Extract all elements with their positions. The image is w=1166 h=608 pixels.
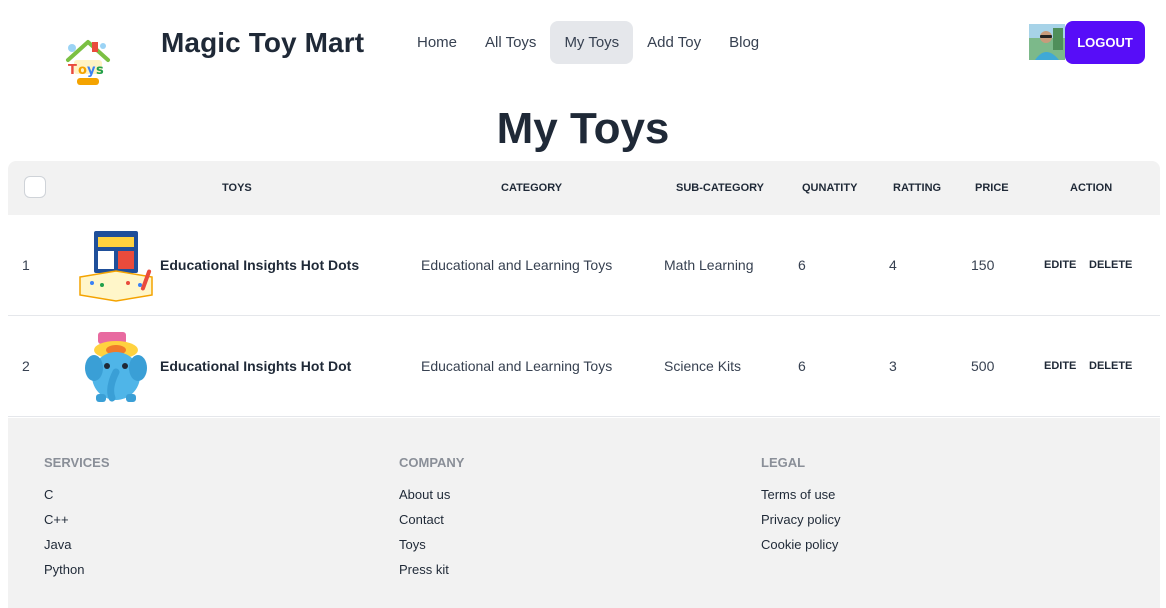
hot-dots-book-image [79,231,153,302]
toy-rating: 3 [889,358,897,374]
toy-subcategory: Science Kits [664,358,742,374]
edit-button[interactable]: EDITE [1044,215,1076,315]
toy-name: Educational Insights Hot Dot [160,358,352,374]
svg-text:T: T [68,63,77,78]
toys-house-logo-icon[interactable]: T o y s [62,36,114,90]
header-rating: Ratting [893,182,942,194]
header-price: Price [975,182,1009,194]
footer-heading: Services [44,455,110,470]
footer-heading: Company [399,455,465,470]
user-avatar[interactable] [1029,24,1065,60]
footer-link[interactable]: Contact [399,512,464,537]
table-row: 1 Educational Insights Hot Dots Educatio… [8,215,1160,316]
nav-all-toys[interactable]: All Toys [471,21,550,64]
nav-my-toys[interactable]: My Toys [550,21,634,64]
delete-button[interactable]: DELETE [1089,316,1132,416]
header-subcategory: Sub-Category [676,182,764,194]
row-index: 2 [22,358,30,374]
blue-elephant-toy-image [85,332,147,402]
nav-add-toy[interactable]: Add Toy [633,21,715,64]
select-all-checkbox[interactable] [24,176,46,198]
footer-link[interactable]: Cookie policy [761,537,840,562]
logout-button[interactable]: LOGOUT [1065,21,1145,64]
toy-price: 500 [971,358,995,374]
footer-link[interactable]: Toys [399,537,464,562]
footer-services: Services C C++ Java Python [44,455,110,587]
svg-text:s: s [96,63,104,78]
page-title: My Toys [496,104,670,153]
toy-price: 150 [971,257,995,273]
edit-button[interactable]: EDITE [1044,316,1076,416]
footer-company: Company About us Contact Toys Press kit [399,455,464,587]
footer-link[interactable]: C++ [44,512,110,537]
toy-quantity: 6 [798,257,806,273]
header-category: Category [501,182,563,194]
header-toys: Toys [222,182,252,194]
brand-name[interactable]: Magic Toy Mart [161,27,364,59]
delete-button[interactable]: DELETE [1089,215,1132,315]
footer: Services C C++ Java Python Company About… [8,418,1160,608]
nav-home[interactable]: Home [403,21,471,64]
footer-heading: Legal [761,455,806,470]
row-index: 1 [22,257,30,273]
toy-category: Educational and Learning Toys [421,257,613,273]
toy-rating: 4 [889,257,897,273]
table-row: 2 Educational Insights Hot Dot Education… [8,316,1160,417]
footer-link[interactable]: C [44,487,110,512]
footer-legal: Legal Terms of use Privacy policy Cookie… [761,455,840,562]
header-quantity: Qunatity [802,182,858,194]
footer-link[interactable]: Privacy policy [761,512,840,537]
footer-link[interactable]: About us [399,487,464,512]
toy-subcategory: Math Learning [664,257,754,273]
navbar: T o y s Magic Toy Mart Home All Toys My … [0,0,1166,90]
table-header: Toys Category Sub-Category Qunatity Ratt… [8,161,1160,215]
footer-link[interactable]: Press kit [399,562,464,587]
nav-blog[interactable]: Blog [715,21,773,64]
toys-table: Toys Category Sub-Category Qunatity Ratt… [8,161,1160,417]
toy-name: Educational Insights Hot Dots [160,257,360,273]
svg-text:y: y [87,63,96,78]
header-action: Action [1070,182,1113,194]
footer-link[interactable]: Python [44,562,110,587]
footer-link[interactable]: Java [44,537,110,562]
toy-quantity: 6 [798,358,806,374]
toy-category: Educational and Learning Toys [421,358,613,374]
main-nav: Home All Toys My Toys Add Toy Blog [403,21,773,64]
svg-text:o: o [78,63,87,78]
footer-link[interactable]: Terms of use [761,487,840,512]
